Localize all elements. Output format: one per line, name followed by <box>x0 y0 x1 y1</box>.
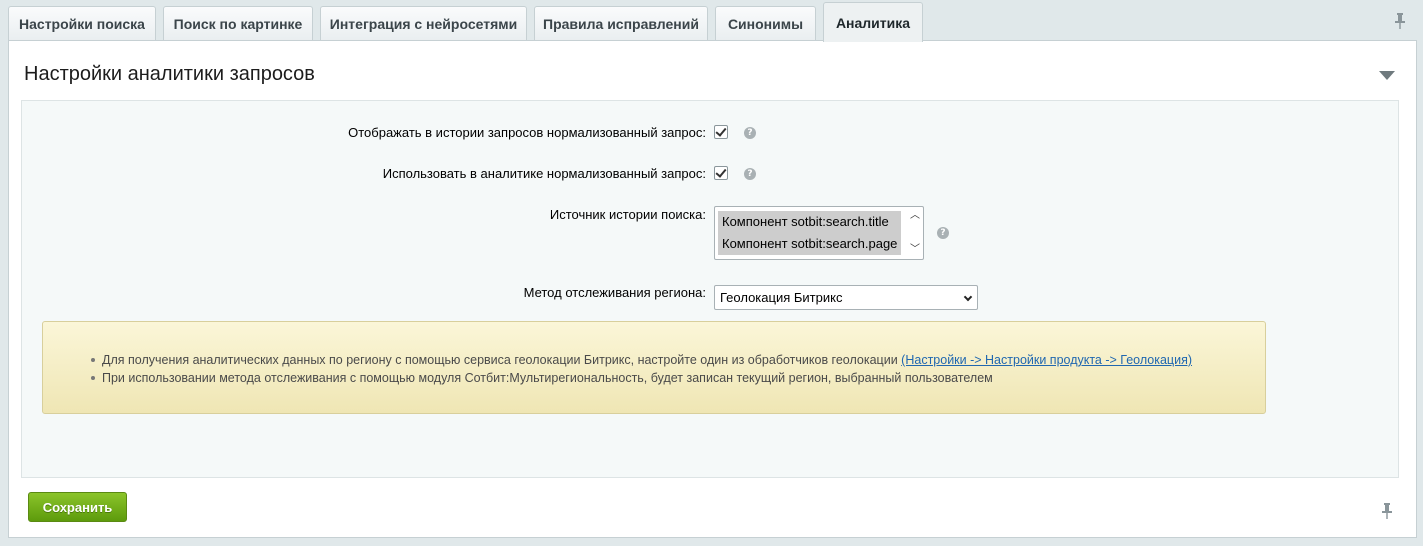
tab-analytics[interactable]: Аналитика <box>823 2 923 42</box>
search-history-source-listbox[interactable]: Компонент sotbit:search.title Компонент … <box>714 206 924 260</box>
settings-form: Отображать в истории запросов нормализов… <box>21 100 1399 478</box>
analytics-normalized-checkbox[interactable] <box>714 166 728 180</box>
panel-header: Настройки аналитики запросов <box>9 41 1416 101</box>
tab-ai-integration[interactable]: Интеграция с нейросетями <box>320 6 527 41</box>
pin-icon[interactable] <box>1393 12 1407 30</box>
analytics-normalized-label: Использовать в аналитике нормализованный… <box>382 166 706 181</box>
tab-search-settings[interactable]: Настройки поиска <box>8 6 156 41</box>
settings-panel: Настройки аналитики запросов Отображать … <box>8 40 1417 538</box>
search-history-source-label: Источник истории поиска: <box>549 207 706 222</box>
pin-icon[interactable] <box>1380 502 1394 520</box>
notice-item: При использовании метода отслеживания с … <box>91 369 1192 387</box>
panel-title: Настройки аналитики запросов <box>24 63 315 85</box>
history-normalized-label: Отображать в истории запросов нормализов… <box>348 125 706 140</box>
source-option-title[interactable]: Компонент sotbit:search.title <box>718 211 901 233</box>
region-method-label: Метод отслеживания региона: <box>523 285 706 300</box>
notice-text: При использовании метода отслеживания с … <box>102 371 993 385</box>
info-notice: Для получения аналитических данных по ре… <box>42 321 1266 414</box>
tab-synonyms[interactable]: Синонимы <box>715 6 816 41</box>
help-icon[interactable]: ? <box>744 168 756 180</box>
region-method-value: Геолокация Битрикс <box>720 290 843 305</box>
chevron-down-icon <box>963 292 973 302</box>
source-option-page[interactable]: Компонент sotbit:search.page <box>718 233 901 255</box>
notice-text: Для получения аналитических данных по ре… <box>102 353 898 367</box>
history-normalized-checkbox[interactable] <box>714 125 728 139</box>
tab-image-search[interactable]: Поиск по картинке <box>163 6 313 41</box>
save-button[interactable]: Сохранить <box>28 492 127 522</box>
help-icon[interactable]: ? <box>937 227 949 239</box>
help-icon[interactable]: ? <box>744 127 756 139</box>
tab-correction-rules[interactable]: Правила исправлений <box>534 6 708 41</box>
notice-item: Для получения аналитических данных по ре… <box>91 351 1192 369</box>
collapse-arrow-icon[interactable] <box>1379 71 1395 80</box>
geolocation-settings-link[interactable]: (Настройки -> Настройки продукта -> Геол… <box>901 353 1192 367</box>
region-method-select[interactable]: Геолокация Битрикс <box>714 285 978 310</box>
scroll-down-icon[interactable]: ﹀ <box>910 245 920 255</box>
scroll-up-icon[interactable]: ︿ <box>910 211 920 221</box>
